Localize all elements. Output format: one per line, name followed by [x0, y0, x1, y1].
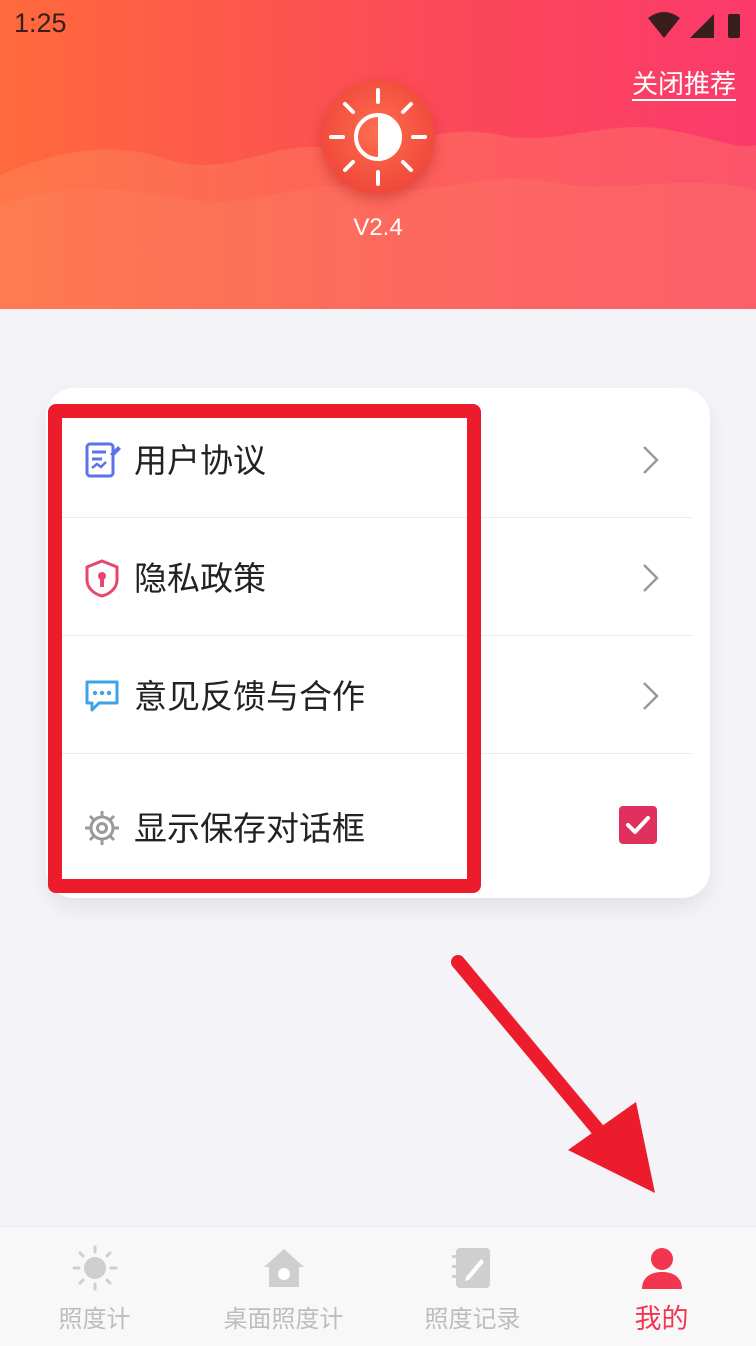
- house-sun-icon: [264, 1249, 304, 1287]
- wifi-icon: [648, 12, 680, 38]
- tab-desktop-illuminometer[interactable]: 桌面照度计: [189, 1227, 378, 1346]
- tab-label: 照度计: [58, 1305, 131, 1333]
- close-recommend-link[interactable]: 关闭推荐: [632, 64, 736, 101]
- tab-illuminance-records[interactable]: 照度记录: [378, 1227, 567, 1346]
- tab-mine[interactable]: 我的: [567, 1227, 756, 1346]
- settings-card: 用户协议 隐私政策 意见反馈与合作 显示保存对话框: [46, 388, 710, 898]
- tab-label: 桌面照度计: [223, 1305, 344, 1333]
- tab-illuminometer[interactable]: 照度计: [0, 1227, 189, 1346]
- chevron-right-icon: [643, 682, 659, 710]
- save-dialog-checkbox[interactable]: [619, 806, 657, 844]
- sun-icon: [72, 1245, 118, 1291]
- notebook-icon: [452, 1248, 490, 1288]
- menu-item-label: 隐私政策: [134, 559, 266, 598]
- version-label: V2.4: [353, 214, 403, 241]
- menu-item-show-save-dialog[interactable]: 显示保存对话框: [62, 754, 693, 884]
- tab-label: 我的: [634, 1304, 689, 1335]
- gear-icon: [85, 811, 119, 845]
- document-edit-icon: [85, 442, 121, 478]
- chevron-right-icon: [643, 564, 659, 592]
- status-icons: [648, 12, 740, 38]
- menu-item-label: 意见反馈与合作: [134, 677, 365, 716]
- shield-lock-icon: [85, 559, 119, 598]
- person-icon: [642, 1248, 682, 1289]
- tab-label: 照度记录: [424, 1305, 521, 1333]
- menu-item-user-agreement[interactable]: 用户协议: [62, 400, 693, 518]
- signal-icon: [690, 14, 714, 38]
- sun-contrast-icon: [329, 88, 427, 186]
- checkmark-icon: [626, 816, 650, 834]
- menu-item-feedback[interactable]: 意见反馈与合作: [62, 636, 693, 754]
- app-logo: [321, 80, 435, 194]
- chat-bubble-icon: [85, 680, 119, 712]
- chevron-right-icon: [643, 446, 659, 474]
- annotation-arrow-icon: [451, 955, 655, 1193]
- battery-icon: [728, 14, 740, 38]
- bottom-navigation: 照度计 桌面照度计 照度记录 我的: [0, 1226, 756, 1346]
- status-time: 1:25: [14, 8, 67, 38]
- menu-item-privacy-policy[interactable]: 隐私政策: [62, 518, 693, 636]
- menu-item-label: 用户协议: [134, 441, 266, 480]
- menu-item-label: 显示保存对话框: [134, 809, 365, 848]
- header-banner: 1:25 关闭推荐 V2.4: [0, 0, 756, 309]
